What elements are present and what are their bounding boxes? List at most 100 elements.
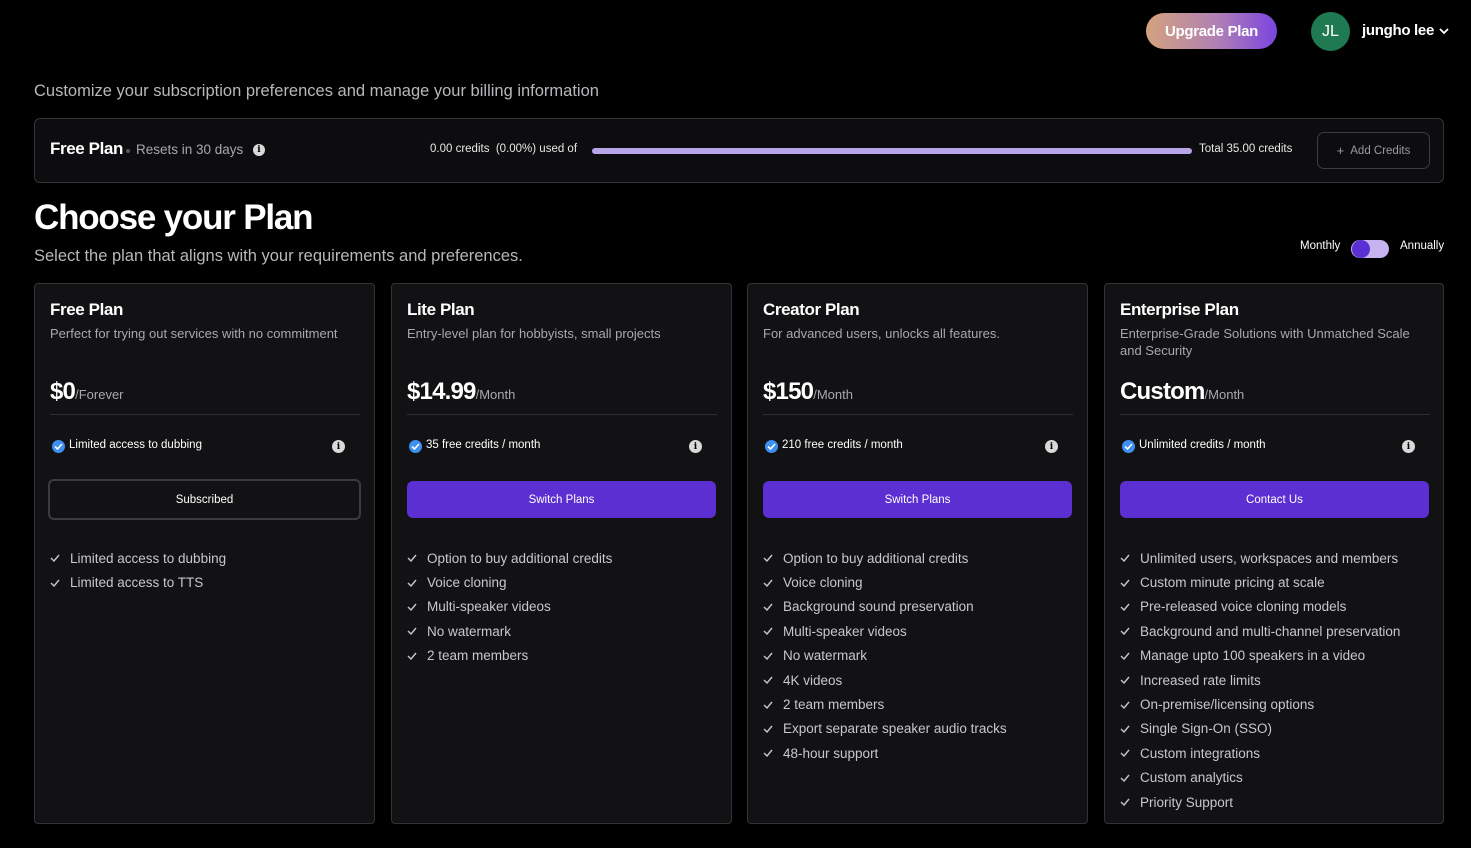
feature-item: Increased rate limits [1120, 668, 1400, 692]
plan-card-free: Free Plan Perfect for trying out service… [34, 283, 375, 824]
info-icon[interactable]: i [1402, 440, 1415, 453]
feature-item: 48-hour support [763, 741, 1007, 765]
feature-item: Custom analytics [1120, 766, 1400, 790]
info-icon[interactable]: i [1045, 440, 1058, 453]
check-icon [1120, 627, 1130, 636]
feature-label: Custom analytics [1140, 770, 1243, 786]
feature-item: Manage upto 100 speakers in a video [1120, 644, 1400, 668]
plan-card-enterprise: Enterprise Plan Enterprise-Grade Solutio… [1104, 283, 1444, 824]
price-period: /Month [1204, 387, 1245, 402]
feature-item: 2 team members [763, 692, 1007, 716]
price-period: /Month [813, 387, 853, 402]
divider [50, 414, 360, 415]
price-period: /Forever [75, 387, 124, 402]
avatar[interactable]: JL [1311, 12, 1350, 51]
feature-item: Limited access to dubbing [50, 546, 226, 570]
credits-progress-bar [592, 148, 1192, 154]
feature-label: No watermark [427, 623, 512, 639]
credits-total-text: Total 35.00 credits [1199, 143, 1293, 155]
page-title: Choose your Plan [34, 198, 314, 237]
billing-toggle[interactable] [1351, 240, 1389, 258]
feature-label: 48-hour support [783, 745, 879, 761]
feature-label: On-premise/licensing options [1140, 697, 1315, 713]
check-icon [763, 652, 773, 660]
check-icon [407, 579, 417, 587]
current-plan-name: Free Plan [50, 139, 123, 158]
feature-item: Pre-released voice cloning models [1120, 595, 1400, 619]
feature-item: No watermark [407, 619, 612, 643]
feature-item: Multi-speaker videos [763, 619, 1007, 643]
chevron-down-icon[interactable] [1438, 24, 1450, 38]
billing-annually-label[interactable]: Annually [1400, 240, 1444, 252]
check-icon [50, 579, 60, 587]
feature-list: Option to buy additional credits Voice cl… [407, 546, 612, 668]
plus-icon: + [1336, 143, 1345, 158]
info-icon[interactable]: i [332, 440, 345, 453]
check-icon [763, 725, 773, 733]
add-credits-button[interactable]: + Add Credits [1317, 132, 1430, 169]
feature-label: Increased rate limits [1140, 672, 1261, 688]
feature-item: 4K videos [763, 668, 1007, 692]
feature-label: No watermark [783, 648, 868, 664]
page-description: Select the plan that aligns with your re… [34, 247, 523, 265]
info-icon[interactable]: i [689, 440, 702, 453]
feature-item: Unlimited users, workspaces and members [1120, 546, 1400, 570]
divider [407, 414, 717, 415]
check-icon [1120, 603, 1130, 611]
page-subtitle: Customize your subscription preferences … [34, 82, 599, 100]
feature-label: 2 team members [427, 648, 529, 664]
billing-monthly-label[interactable]: Monthly [1300, 240, 1340, 252]
switch-plans-button[interactable]: Switch Plans [407, 481, 716, 518]
price-amount: $14.99 [407, 378, 476, 405]
feature-item: Limited access to TTS [50, 570, 226, 594]
check-icon [763, 554, 773, 563]
check-icon [763, 749, 773, 758]
info-icon[interactable]: i [253, 144, 265, 156]
subscribed-button[interactable]: Subscribed [48, 479, 361, 520]
check-icon [1120, 554, 1130, 563]
feature-list: Unlimited users, workspaces and members C… [1120, 546, 1400, 814]
plan-card-lite: Lite Plan Entry-level plan for hobbyists… [391, 283, 732, 824]
switch-plans-button[interactable]: Switch Plans [763, 481, 1072, 518]
plan-price: $150/Month [763, 378, 853, 406]
plan-card-creator: Creator Plan For advanced users, unlocks… [747, 283, 1088, 824]
feature-item: Voice cloning [763, 570, 1007, 594]
usage-panel: Free Plan Resets in 30 days i 0.00 credi… [34, 118, 1444, 183]
reset-text: Resets in 30 days [136, 142, 244, 157]
check-icon [407, 627, 417, 636]
check-icon [763, 676, 773, 685]
divider [763, 414, 1073, 415]
upgrade-plan-button[interactable]: Upgrade Plan [1146, 13, 1277, 49]
plan-price: $0/Forever [50, 378, 124, 406]
check-badge-icon [52, 440, 65, 453]
feature-label: Custom integrations [1140, 745, 1261, 761]
check-icon [763, 603, 773, 611]
credits-used-text: 0.00 credits (0.00%) used of [430, 143, 578, 155]
check-icon [407, 603, 417, 611]
user-name[interactable]: jungho lee [1362, 22, 1434, 39]
check-icon [763, 579, 773, 587]
price-period: /Month [475, 387, 516, 402]
check-icon [763, 701, 773, 709]
check-icon [1120, 676, 1130, 685]
feature-item: No watermark [763, 644, 1007, 668]
plan-credits: 35 free credits / month [426, 439, 541, 451]
check-icon [1120, 798, 1130, 807]
feature-item: Multi-speaker videos [407, 595, 612, 619]
feature-label: Manage upto 100 speakers in a video [1140, 648, 1366, 664]
feature-item: Single Sign-On (SSO) [1120, 717, 1400, 741]
feature-item: 2 team members [407, 644, 612, 668]
contact-us-button[interactable]: Contact Us [1120, 481, 1429, 518]
check-icon [1120, 749, 1130, 758]
feature-label: Voice cloning [783, 575, 863, 591]
plan-name: Lite Plan [407, 300, 475, 319]
check-icon [1120, 774, 1130, 782]
price-amount: $0 [50, 378, 76, 405]
feature-item: Option to buy additional credits [763, 546, 1007, 570]
feature-label: Limited access to TTS [70, 575, 204, 591]
check-icon [407, 652, 417, 660]
feature-item: Voice cloning [407, 570, 612, 594]
plan-credits: 210 free credits / month [782, 439, 903, 451]
plan-description: Enterprise-Grade Solutions with Unmatche… [1120, 326, 1410, 358]
feature-label: Option to buy additional credits [783, 550, 969, 566]
